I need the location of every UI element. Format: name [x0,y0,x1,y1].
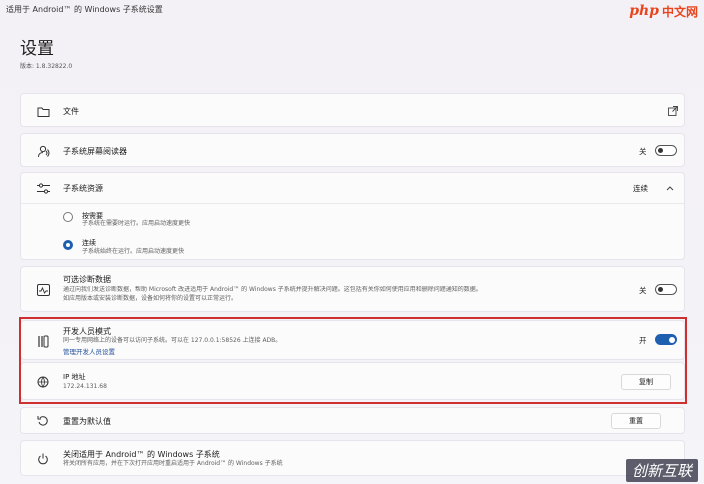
screen-reader-label: 子系统屏幕阅读器 [63,147,127,156]
resources-value: 连续 [633,184,648,193]
radio-continuous[interactable] [63,240,73,250]
screen-reader-card: 子系统屏幕阅读器 关 [20,133,685,167]
reset-label: 重置为默认值 [63,417,111,426]
ip-label: IP 地址 [63,373,86,381]
shutdown-label: 关闭适用于 Android™ 的 Windows 子系统 [63,450,220,459]
open-external-icon[interactable] [666,104,680,118]
option-continuous-desc: 子系统始终在运行。应用启动速度更快 [82,248,185,255]
shutdown-card[interactable]: 关闭适用于 Android™ 的 Windows 子系统 将关闭所有应用，并在下… [20,440,685,476]
diagnostics-state: 关 [639,286,647,295]
diagnostics-desc-1: 通过向我们发送诊断数据，帮助 Microsoft 改进适用于 Android™ … [63,286,482,293]
chevron-up-icon[interactable] [663,181,677,195]
folder-icon [36,104,50,118]
reset-icon [36,414,50,428]
diagnostics-card: 可选诊断数据 通过向我们发送诊断数据，帮助 Microsoft 改进适用于 An… [20,266,685,312]
resources-header[interactable]: 子系统资源 连续 [21,173,684,203]
copy-button[interactable]: 复制 [621,374,671,390]
developer-label: 开发人员模式 [63,327,111,336]
php-cn-logo: php 中文网 [612,0,704,22]
diagnostics-toggle[interactable] [655,284,677,295]
developer-tools-icon [36,334,50,348]
option-continuous-title: 连续 [82,239,96,247]
reset-button[interactable]: 重置 [611,413,661,429]
diagnostics-label: 可选诊断数据 [63,275,111,284]
screen-reader-toggle[interactable] [655,145,677,156]
watermark-logo: 创新互联 [625,459,698,482]
network-globe-icon [36,375,50,389]
ip-card: IP 地址 172.24.131.68 复制 [20,362,685,400]
files-label: 文件 [63,107,79,116]
diagnostics-desc-2: 如应用版本或安装诊断数据，设备如何将你的设置可以正常运行。 [63,295,238,302]
option-on-demand-desc: 子系统在需要时运行。应用启动速度更快 [82,220,191,227]
window-title: 适用于 Android™ 的 Windows 子系统设置 [6,5,163,14]
diagnostics-icon [36,283,50,297]
logo-cn: 中文网 [661,4,698,19]
developer-card: 开发人员模式 同一专用网络上的设备可以访问子系统。可以在 127.0.0.1:5… [20,320,685,360]
radio-on-demand[interactable] [63,212,73,222]
resources-label: 子系统资源 [63,184,103,193]
sliders-icon [36,181,50,195]
ip-value: 172.24.131.68 [63,383,107,390]
screen-reader-state: 关 [639,147,647,156]
logo-php: php [629,3,659,19]
reset-card: 重置为默认值 重置 [20,407,685,434]
manage-developer-settings-link[interactable]: 管理开发人员设置 [63,346,115,356]
screen-reader-icon [36,144,50,158]
developer-toggle[interactable] [655,334,677,345]
files-card[interactable]: 文件 [20,93,685,127]
version-label: 版本: 1.8.32822.0 [20,63,73,70]
power-icon [36,452,50,466]
developer-desc: 同一专用网络上的设备可以访问子系统。可以在 127.0.0.1:58526 上连… [63,337,282,344]
resources-card: 子系统资源 连续 按需要 子系统在需要时运行。应用启动速度更快 连续 子系统始终… [20,172,685,260]
page-title: 设置 [20,39,54,59]
shutdown-desc: 将关闭所有应用，并在下次打开应用时重启适用于 Android™ 的 Window… [63,460,283,467]
developer-state: 开 [639,336,647,345]
